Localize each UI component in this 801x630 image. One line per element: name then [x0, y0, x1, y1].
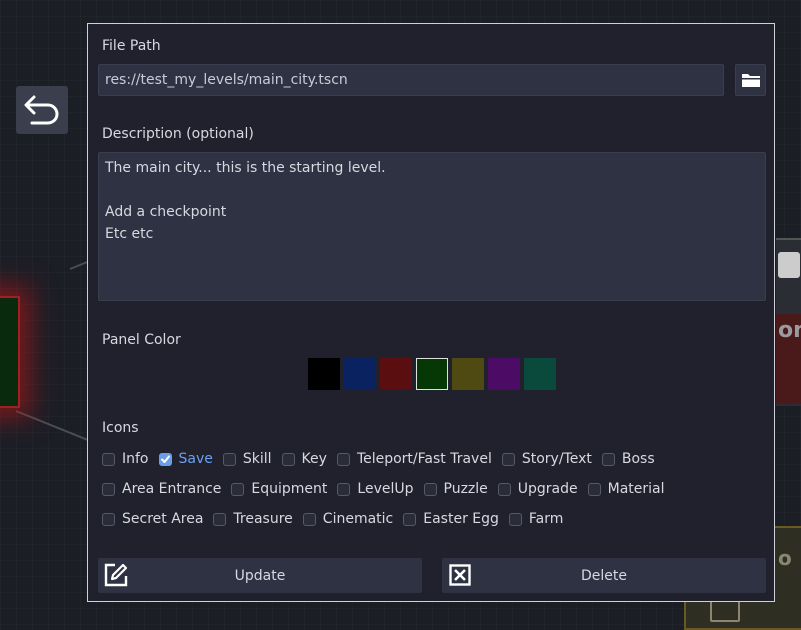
icon-checkbox-story-text[interactable]: Story/Text	[501, 451, 592, 467]
update-button-label: Update	[234, 567, 286, 584]
checkbox-icon[interactable]	[587, 482, 601, 496]
icon-checkbox-label: Puzzle	[443, 481, 488, 497]
color-swatch[interactable]	[308, 358, 340, 390]
browse-folder-button[interactable]	[735, 64, 766, 96]
icon-checkbox-label: Boss	[621, 451, 655, 467]
checkbox-icon[interactable]	[336, 452, 350, 466]
icon-checkbox-label: Skill	[242, 451, 272, 467]
edit-level-dialog: File Path res://test_my_levels/main_city…	[87, 23, 775, 602]
icon-checkbox-label: LevelUp	[357, 481, 414, 497]
delete-button[interactable]: Delete	[442, 558, 766, 593]
icon-checkbox-teleport-fast-travel[interactable]: Teleport/Fast Travel	[336, 451, 492, 467]
icon-checkbox-treasure[interactable]: Treasure	[213, 511, 293, 527]
color-swatch[interactable]	[380, 358, 412, 390]
folder-icon	[741, 74, 760, 87]
color-swatch[interactable]	[416, 358, 448, 390]
icon-checkbox-secret-area[interactable]: Secret Area	[102, 511, 203, 527]
checkbox-checked-icon[interactable]	[158, 452, 172, 466]
checkbox-icon[interactable]	[601, 452, 615, 466]
icon-checkbox-label: Cinematic	[322, 511, 394, 527]
icons-row: Info Save Skill Key Teleport/Fast Travel Stor…	[102, 448, 665, 470]
icon-checkbox-label: Secret Area	[122, 511, 204, 527]
icon-checkbox-boss[interactable]: Boss	[601, 451, 655, 467]
undo-arrow-icon	[24, 95, 59, 125]
color-swatch[interactable]	[524, 358, 556, 390]
icon-checkbox-label: Easter Egg	[423, 511, 499, 527]
checkbox-icon[interactable]	[302, 512, 316, 526]
node-glyph-icon	[778, 252, 800, 278]
icon-checkbox-farm[interactable]: Farm	[508, 511, 564, 527]
level-node-right[interactable]: om	[776, 238, 801, 406]
panel-color-picker	[308, 358, 556, 390]
icon-checkbox-label: Upgrade	[517, 481, 578, 497]
checkbox-icon[interactable]	[508, 512, 522, 526]
icon-checkbox-label: Material	[607, 481, 665, 497]
icon-checkbox-puzzle[interactable]: Puzzle	[423, 481, 488, 497]
color-swatch[interactable]	[488, 358, 520, 390]
description-textarea[interactable]: The main city... this is the starting le…	[98, 152, 766, 301]
delete-x-icon	[447, 562, 473, 588]
checkbox-icon[interactable]	[231, 482, 245, 496]
delete-button-label: Delete	[581, 567, 627, 584]
icon-checkbox-label: Story/Text	[521, 451, 592, 467]
icon-checkbox-equipment[interactable]: Equipment	[231, 481, 327, 497]
back-button[interactable]	[16, 86, 68, 134]
file-path-input[interactable]: res://test_my_levels/main_city.tscn	[98, 64, 724, 96]
checkbox-icon[interactable]	[501, 452, 515, 466]
icon-checkbox-label: Teleport/Fast Travel	[356, 451, 492, 467]
edit-icon	[103, 562, 129, 588]
icon-checkbox-info[interactable]: Info	[102, 451, 149, 467]
checkbox-icon[interactable]	[403, 512, 417, 526]
panel-color-label: Panel Color	[102, 332, 181, 348]
color-swatch[interactable]	[344, 358, 376, 390]
file-path-label: File Path	[102, 38, 161, 54]
color-swatch[interactable]	[452, 358, 484, 390]
node-title: om	[778, 318, 801, 343]
icon-checkbox-label: Area Entrance	[122, 481, 222, 497]
icon-checkbox-easter-egg[interactable]: Easter Egg	[403, 511, 499, 527]
update-button[interactable]: Update	[98, 558, 422, 593]
icon-checkbox-cinematic[interactable]: Cinematic	[302, 511, 394, 527]
icon-checkbox-levelup[interactable]: LevelUp	[337, 481, 414, 497]
icon-checkbox-material[interactable]: Material	[587, 481, 665, 497]
icon-checkbox-key[interactable]: Key	[281, 451, 327, 467]
checkbox-icon[interactable]	[281, 452, 295, 466]
icons-label: Icons	[102, 420, 139, 436]
icon-checkbox-label: Key	[301, 451, 327, 467]
icon-checkbox-area-entrance[interactable]: Area Entrance	[102, 481, 221, 497]
checkbox-icon[interactable]	[213, 512, 227, 526]
node-title: o	[778, 546, 792, 570]
checkbox-icon[interactable]	[337, 482, 351, 496]
icon-checkbox-label: Treasure	[233, 511, 293, 527]
connection-line	[15, 410, 91, 442]
icons-row: Area Entrance Equipment LevelUp Puzzle Upgra…	[102, 478, 675, 500]
icon-checkbox-label: Equipment	[251, 481, 328, 497]
icon-checkbox-label: Info	[122, 451, 149, 467]
level-node-red[interactable]	[0, 296, 20, 408]
checkbox-icon[interactable]	[423, 482, 437, 496]
description-label: Description (optional)	[102, 126, 254, 142]
icon-checkbox-upgrade[interactable]: Upgrade	[497, 481, 578, 497]
icon-checkbox-label: Save	[178, 451, 213, 467]
icon-checkbox-label: Farm	[528, 511, 564, 527]
icon-checkbox-save[interactable]: Save	[158, 451, 213, 467]
checkbox-icon[interactable]	[102, 452, 115, 466]
checkbox-icon[interactable]	[102, 482, 115, 496]
checkbox-icon[interactable]	[102, 512, 115, 526]
icons-row: Secret Area Treasure Cinematic Easter Egg Fa…	[102, 508, 573, 530]
icon-checkbox-skill[interactable]: Skill	[222, 451, 272, 467]
checkbox-icon[interactable]	[497, 482, 511, 496]
checkbox-icon[interactable]	[222, 452, 236, 466]
